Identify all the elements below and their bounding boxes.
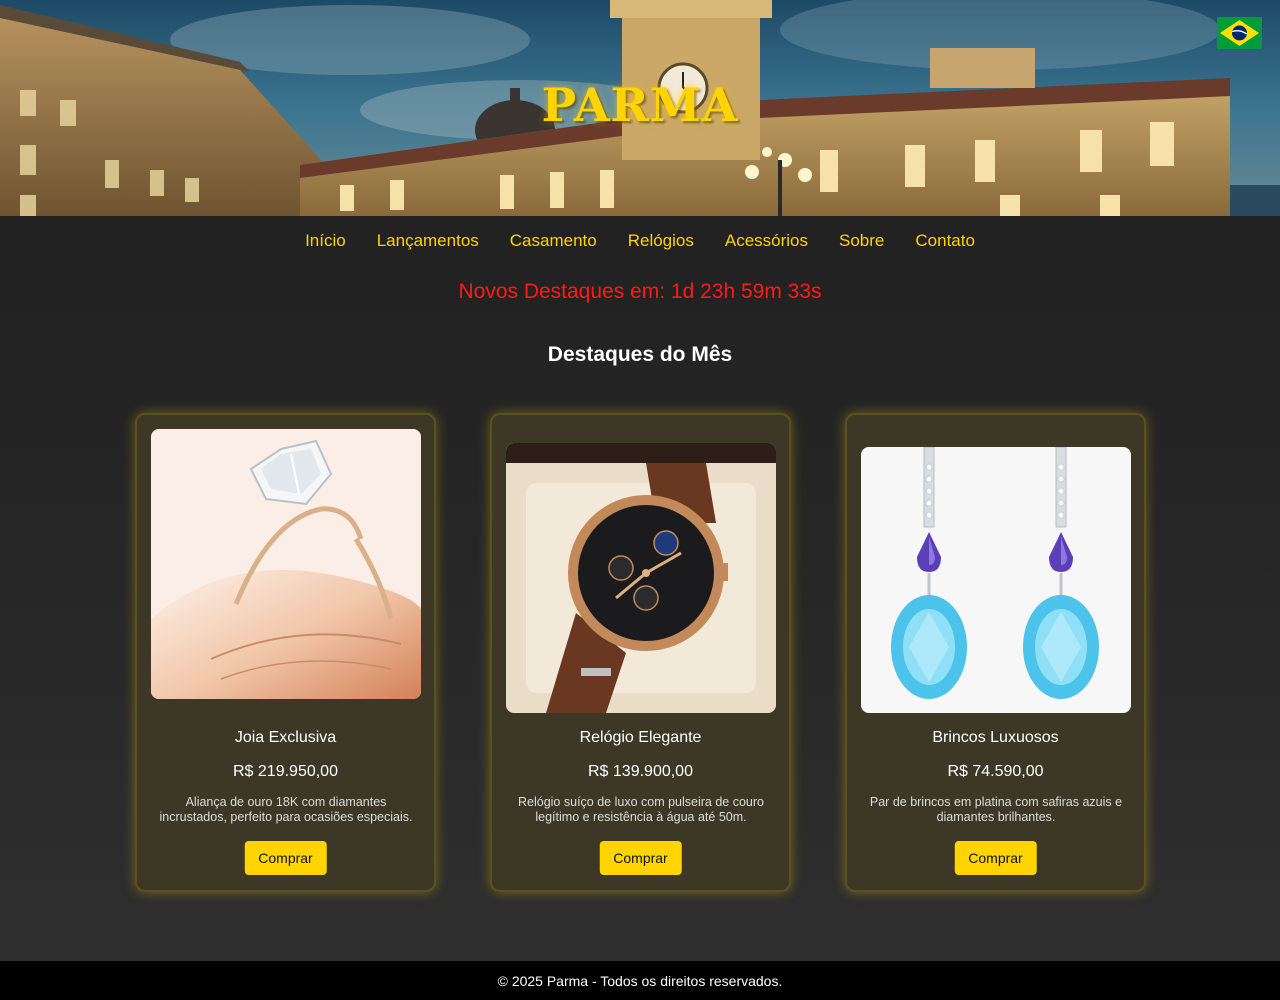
product-image-ring[interactable] <box>151 429 421 699</box>
product-description: Aliança de ouro 18K com diamantes incrus… <box>159 795 413 824</box>
product-name: Joia Exclusiva <box>234 729 337 746</box>
nav-lancamentos[interactable]: Lançamentos <box>377 231 479 251</box>
brazil-flag-icon[interactable] <box>1217 17 1262 49</box>
nav-sobre[interactable]: Sobre <box>839 231 884 251</box>
main-navigation: Início Lançamentos Casamento Relógios Ac… <box>0 216 1280 266</box>
section-title: Destaques do Mês <box>547 343 733 366</box>
buy-button[interactable]: Comprar <box>599 841 682 875</box>
countdown-timer: Novos Destaques em: 1d 23h 59m 33s <box>458 280 822 303</box>
nav-relogios[interactable]: Relógios <box>628 231 694 251</box>
product-image-earrings[interactable] <box>861 447 1131 713</box>
buy-button[interactable]: Comprar <box>244 841 327 875</box>
nav-inicio[interactable]: Início <box>305 231 346 251</box>
brand-logo[interactable]: PARMA <box>0 78 1280 132</box>
nav-contato[interactable]: Contato <box>915 231 975 251</box>
product-name: Relógio Elegante <box>579 729 702 746</box>
nav-casamento[interactable]: Casamento <box>510 231 597 251</box>
footer: © 2025 Parma - Todos os direitos reserva… <box>0 961 1280 1000</box>
nav-acessorios[interactable]: Acessórios <box>725 231 808 251</box>
product-card-ring: Joia Exclusiva R$ 219.950,00 Aliança de … <box>135 413 436 892</box>
hero-banner: PARMA <box>0 0 1280 216</box>
buy-button[interactable]: Comprar <box>954 841 1037 875</box>
product-price: R$ 219.950,00 <box>233 763 338 780</box>
product-price: R$ 139.900,00 <box>588 763 693 780</box>
product-card-watch: Relógio Elegante R$ 139.900,00 Relógio s… <box>490 413 791 892</box>
product-price: R$ 74.590,00 <box>947 763 1044 780</box>
product-card-earrings: Brincos Luxuosos R$ 74.590,00 Par de bri… <box>845 413 1146 892</box>
product-image-watch[interactable] <box>506 443 776 713</box>
product-name: Brincos Luxuosos <box>932 729 1059 746</box>
product-description: Relógio suíço de luxo com pulseira de co… <box>518 795 764 824</box>
copyright-text: © 2025 Parma - Todos os direitos reserva… <box>497 972 783 989</box>
product-description: Par de brincos em platina com safiras az… <box>869 795 1123 824</box>
